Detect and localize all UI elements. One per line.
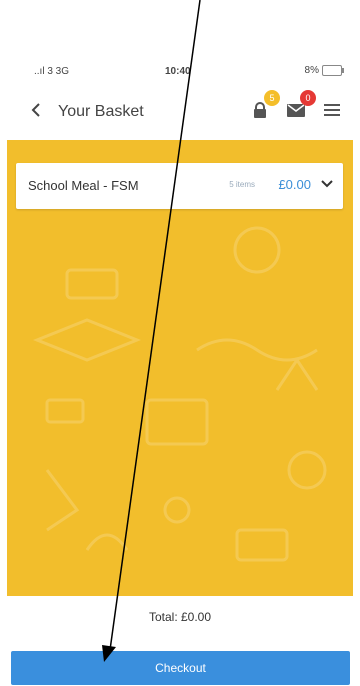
basket-item-price: £0.00: [278, 177, 311, 192]
basket-item-name: School Meal - FSM: [28, 178, 139, 193]
messages-button[interactable]: 0: [284, 90, 316, 122]
mail-icon: [287, 103, 305, 117]
basket-total: Total: £0.00: [148, 610, 212, 624]
basket-item-row[interactable]: School Meal - FSM 5 items £0.00: [16, 163, 343, 209]
back-button[interactable]: [30, 100, 42, 122]
app-header: Your Basket 5 0: [0, 90, 360, 136]
checkout-button[interactable]: Checkout: [11, 651, 350, 685]
status-bar: ..ıl 3 3G 10:40 8%: [0, 62, 360, 82]
lock-button[interactable]: 5: [248, 90, 280, 122]
basket-item-count: 5 items: [229, 180, 255, 189]
chevron-down-icon: [321, 180, 333, 188]
header-actions: 5 0: [248, 90, 344, 122]
menu-button[interactable]: [320, 98, 344, 122]
signal-indicator: ..ıl 3 3G: [34, 66, 70, 77]
lock-icon: [254, 102, 266, 118]
battery-indicator: 8%: [304, 65, 344, 76]
battery-icon: [322, 65, 344, 76]
page-title: Your Basket: [58, 103, 144, 120]
mail-badge: 0: [300, 90, 316, 106]
lock-badge: 5: [264, 90, 280, 106]
clock: 10:40: [165, 66, 191, 77]
basket-background: School Meal - FSM 5 items £0.00: [7, 140, 353, 596]
battery-percent: 8%: [304, 65, 319, 76]
hamburger-menu-icon: [324, 104, 340, 116]
expand-button[interactable]: [320, 177, 334, 196]
chevron-left-icon: [31, 103, 40, 117]
